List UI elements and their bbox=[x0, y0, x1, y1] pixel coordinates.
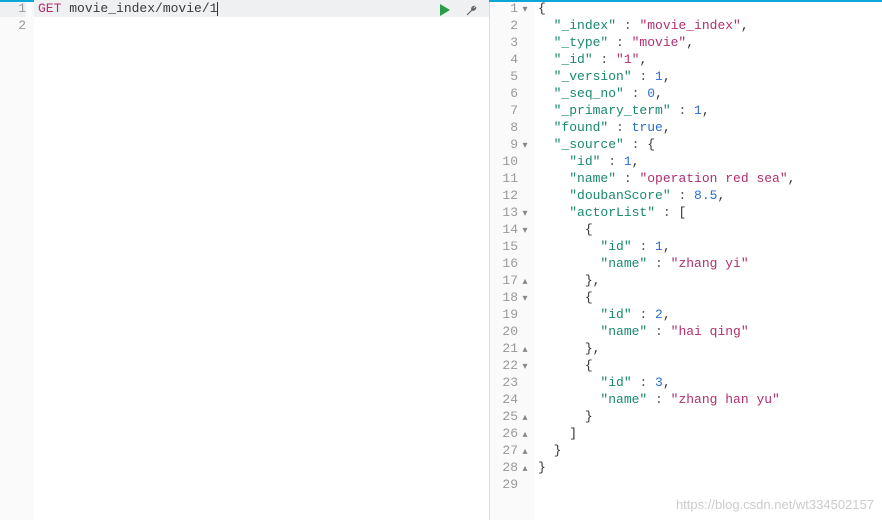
line-number: 13▾ bbox=[490, 204, 530, 221]
code-line: "_index" : "movie_index", bbox=[534, 17, 882, 34]
line-number: 15 bbox=[490, 238, 530, 255]
request-gutter: 12 bbox=[0, 0, 34, 520]
code-line bbox=[34, 17, 489, 34]
line-number: 4 bbox=[490, 51, 530, 68]
code-line: } bbox=[534, 442, 882, 459]
line-number: 18▾ bbox=[490, 289, 530, 306]
line-number: 21▴ bbox=[490, 340, 530, 357]
code-line: "actorList" : [ bbox=[534, 204, 882, 221]
watermark: https://blog.csdn.net/wt334502157 bbox=[676, 497, 874, 512]
line-number: 16 bbox=[490, 255, 530, 272]
code-line: "id" : 1, bbox=[534, 238, 882, 255]
code-line: { bbox=[534, 221, 882, 238]
request-pane: 12 GET movie_index/movie/1 ⋮ bbox=[0, 0, 490, 520]
line-number: 28▴ bbox=[490, 459, 530, 476]
line-number: 27▴ bbox=[490, 442, 530, 459]
code-line: "name" : "hai qing" bbox=[534, 323, 882, 340]
code-line: { bbox=[534, 0, 882, 17]
code-line: "_type" : "movie", bbox=[534, 34, 882, 51]
line-number: 11 bbox=[490, 170, 530, 187]
code-line: "id" : 2, bbox=[534, 306, 882, 323]
code-line: "id" : 3, bbox=[534, 374, 882, 391]
line-number: 8 bbox=[490, 119, 530, 136]
code-line: "_version" : 1, bbox=[534, 68, 882, 85]
line-number: 10 bbox=[490, 153, 530, 170]
request-editor[interactable]: GET movie_index/movie/1 bbox=[34, 0, 489, 520]
code-line: "doubanScore" : 8.5, bbox=[534, 187, 882, 204]
line-number: 1 bbox=[0, 0, 26, 17]
line-number: 6 bbox=[490, 85, 530, 102]
line-number: 23 bbox=[490, 374, 530, 391]
line-number: 1▾ bbox=[490, 0, 530, 17]
code-line: "_id" : "1", bbox=[534, 51, 882, 68]
line-number: 9▾ bbox=[490, 136, 530, 153]
line-number: 12 bbox=[490, 187, 530, 204]
code-line: GET movie_index/movie/1 bbox=[34, 0, 489, 17]
line-number: 17▴ bbox=[490, 272, 530, 289]
code-line: } bbox=[534, 408, 882, 425]
code-line: "id" : 1, bbox=[534, 153, 882, 170]
line-number: 2 bbox=[0, 17, 26, 34]
code-line: "_source" : { bbox=[534, 136, 882, 153]
code-line: "_seq_no" : 0, bbox=[534, 85, 882, 102]
response-viewer[interactable]: { "_index" : "movie_index", "_type" : "m… bbox=[534, 0, 882, 520]
line-number: 24 bbox=[490, 391, 530, 408]
line-number: 25▴ bbox=[490, 408, 530, 425]
code-line: "name" : "operation red sea", bbox=[534, 170, 882, 187]
code-line: "_primary_term" : 1, bbox=[534, 102, 882, 119]
line-number: 22▾ bbox=[490, 357, 530, 374]
code-line: { bbox=[534, 357, 882, 374]
request-actions bbox=[437, 2, 479, 18]
wrench-icon[interactable] bbox=[463, 2, 479, 18]
line-number: 19 bbox=[490, 306, 530, 323]
line-number: 20 bbox=[490, 323, 530, 340]
line-number: 2 bbox=[490, 17, 530, 34]
code-line: } bbox=[534, 459, 882, 476]
line-number: 26▴ bbox=[490, 425, 530, 442]
response-pane: 1▾2 3 4 5 6 7 8 9▾10 11 12 13▾14▾15 16 1… bbox=[490, 0, 882, 520]
code-line: "name" : "zhang han yu" bbox=[534, 391, 882, 408]
code-line: }, bbox=[534, 272, 882, 289]
code-line: "name" : "zhang yi" bbox=[534, 255, 882, 272]
line-number: 14▾ bbox=[490, 221, 530, 238]
code-line: { bbox=[534, 289, 882, 306]
code-line bbox=[534, 476, 882, 493]
response-gutter: 1▾2 3 4 5 6 7 8 9▾10 11 12 13▾14▾15 16 1… bbox=[490, 0, 534, 520]
code-line: }, bbox=[534, 340, 882, 357]
line-number: 5 bbox=[490, 68, 530, 85]
line-number: 3 bbox=[490, 34, 530, 51]
play-icon[interactable] bbox=[437, 2, 453, 18]
code-line: "found" : true, bbox=[534, 119, 882, 136]
code-line: ] bbox=[534, 425, 882, 442]
line-number: 7 bbox=[490, 102, 530, 119]
line-number: 29 bbox=[490, 476, 530, 493]
